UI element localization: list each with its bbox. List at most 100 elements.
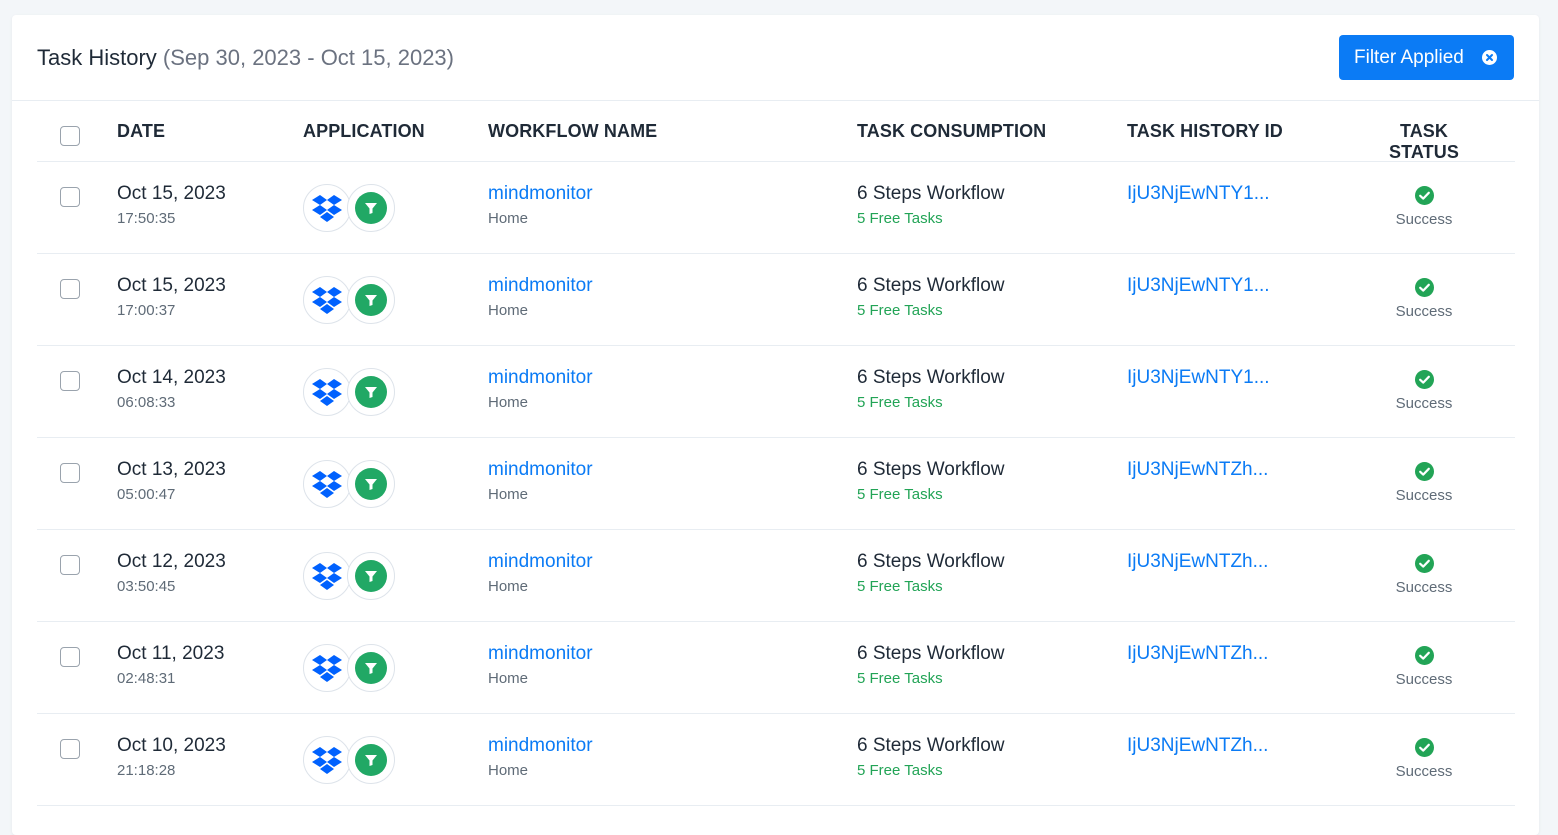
date-cell: Oct 13, 2023 05:00:47 [117,459,226,503]
card-header: Task History (Sep 30, 2023 - Oct 15, 202… [12,15,1539,101]
task-history-id-link[interactable]: IjU3NjEwNTY1... [1127,367,1270,389]
column-header-application[interactable]: APPLICATION [303,121,425,142]
row-checkbox[interactable] [60,371,80,391]
table-row: Oct 10, 2023 21:18:28 mindmonitor Home 6… [37,714,1515,806]
filter-icon [355,744,387,776]
close-circle-icon[interactable] [1482,50,1497,65]
check-circle-icon [1414,370,1434,389]
page-title: Task History (Sep 30, 2023 - Oct 15, 202… [37,45,454,71]
dropbox-icon [303,276,351,324]
table-row: Oct 13, 2023 05:00:47 mindmonitor Home 6… [37,438,1515,530]
row-date: Oct 12, 2023 [117,551,226,572]
free-tasks: 5 Free Tasks [857,670,943,687]
filter-applied-button[interactable]: Filter Applied [1339,35,1514,80]
free-tasks: 5 Free Tasks [857,210,943,227]
title-text: Task History [37,45,157,70]
column-header-task-consumption[interactable]: TASK CONSUMPTION [857,121,1046,142]
date-cell: Oct 12, 2023 03:50:45 [117,551,226,595]
row-checkbox[interactable] [60,463,80,483]
row-date: Oct 11, 2023 [117,643,225,664]
status-cell: Success [1369,278,1479,320]
row-time: 05:00:47 [117,486,176,503]
filter-app-icon [347,460,395,508]
steps-count: 6 Steps Workflow [857,367,1005,388]
filter-app-icon [347,368,395,416]
workflow-name-link[interactable]: mindmonitor [488,367,593,389]
check-circle-icon [1414,462,1434,481]
application-cell [303,644,399,694]
dropbox-icon [303,184,351,232]
workflow-cell: mindmonitor Home [488,183,593,227]
column-header-task-status[interactable]: TASK STATUS [1369,121,1479,163]
steps-count: 6 Steps Workflow [857,459,1005,480]
date-cell: Oct 10, 2023 21:18:28 [117,735,226,779]
row-date: Oct 15, 2023 [117,183,226,204]
workflow-name-link[interactable]: mindmonitor [488,643,593,665]
workflow-folder: Home [488,210,529,227]
status-cell: Success [1369,370,1479,412]
row-date: Oct 13, 2023 [117,459,226,480]
workflow-folder: Home [488,670,529,687]
date-range: (Sep 30, 2023 - Oct 15, 2023) [162,45,454,70]
dropbox-icon [303,644,351,692]
workflow-cell: mindmonitor Home [488,551,593,595]
workflow-cell: mindmonitor Home [488,275,593,319]
row-checkbox[interactable] [60,279,80,299]
status-label: Success [1395,487,1453,504]
filter-icon [355,376,387,408]
task-history-id-link[interactable]: IjU3NjEwNTZh... [1127,551,1268,573]
application-cell [303,276,399,326]
row-time: 21:18:28 [117,762,176,779]
dropbox-icon [303,460,351,508]
task-history-id-link[interactable]: IjU3NjEwNTZh... [1127,459,1268,481]
workflow-cell: mindmonitor Home [488,367,593,411]
row-time: 06:08:33 [117,394,176,411]
filter-icon [355,652,387,684]
status-label: Success [1395,579,1453,596]
workflow-name-link[interactable]: mindmonitor [488,275,593,297]
steps-count: 6 Steps Workflow [857,643,1005,664]
workflow-cell: mindmonitor Home [488,459,593,503]
column-header-task-history-id[interactable]: TASK HISTORY ID [1127,121,1283,142]
row-checkbox[interactable] [60,555,80,575]
task-history-id-link[interactable]: IjU3NjEwNTY1... [1127,183,1270,205]
status-cell: Success [1369,646,1479,688]
column-header-workflow-name[interactable]: WORKFLOW NAME [488,121,657,142]
row-time: 03:50:45 [117,578,176,595]
dropbox-icon [303,736,351,784]
task-history-id-link[interactable]: IjU3NjEwNTZh... [1127,643,1268,665]
filter-icon [355,284,387,316]
row-checkbox[interactable] [60,187,80,207]
workflow-name-link[interactable]: mindmonitor [488,551,593,573]
task-history-table: DATE APPLICATION WORKFLOW NAME TASK CONS… [37,101,1515,806]
select-all-checkbox[interactable] [60,126,80,146]
filter-icon [355,468,387,500]
row-checkbox[interactable] [60,739,80,759]
workflow-name-link[interactable]: mindmonitor [488,183,593,205]
application-cell [303,460,399,510]
filter-app-icon [347,552,395,600]
status-cell: Success [1369,738,1479,780]
task-consumption-cell: 6 Steps Workflow 5 Free Tasks [857,367,1004,411]
status-label: Success [1395,763,1453,780]
task-consumption-cell: 6 Steps Workflow 5 Free Tasks [857,643,1004,687]
dropbox-icon [303,368,351,416]
free-tasks: 5 Free Tasks [857,394,943,411]
date-cell: Oct 14, 2023 06:08:33 [117,367,226,411]
date-cell: Oct 15, 2023 17:50:35 [117,183,226,227]
check-circle-icon [1414,738,1434,757]
filter-icon [355,192,387,224]
status-cell: Success [1369,462,1479,504]
filter-applied-label: Filter Applied [1354,46,1464,68]
column-header-date[interactable]: DATE [117,121,165,142]
task-history-id-link[interactable]: IjU3NjEwNTZh... [1127,735,1268,757]
task-history-id-link[interactable]: IjU3NjEwNTY1... [1127,275,1270,297]
application-cell [303,368,399,418]
table-row: Oct 15, 2023 17:00:37 mindmonitor Home 6… [37,254,1515,346]
date-cell: Oct 15, 2023 17:00:37 [117,275,226,319]
workflow-name-link[interactable]: mindmonitor [488,459,593,481]
row-checkbox[interactable] [60,647,80,667]
status-cell: Success [1369,186,1479,228]
filter-app-icon [347,184,395,232]
workflow-name-link[interactable]: mindmonitor [488,735,593,757]
